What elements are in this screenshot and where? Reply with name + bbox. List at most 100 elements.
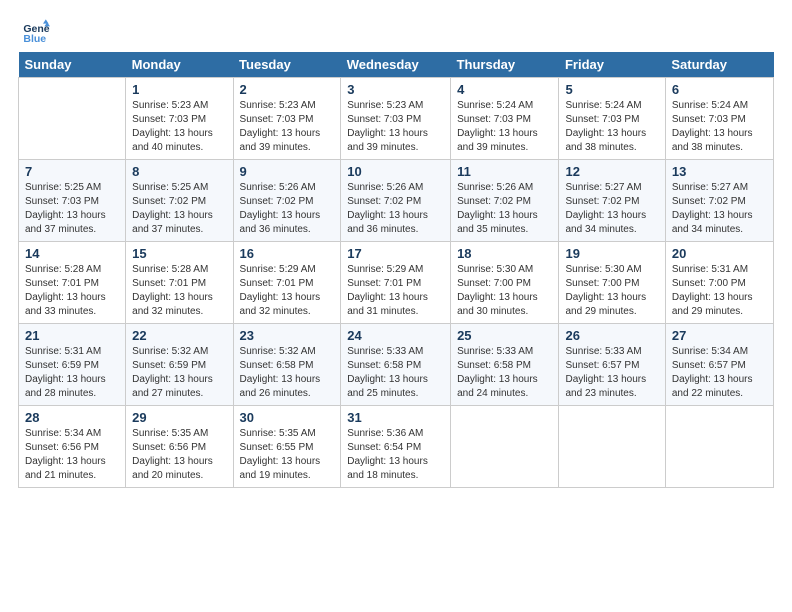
day-number: 31 [347,410,444,425]
logo: General Blue [18,18,50,46]
day-number: 7 [25,164,119,179]
calendar-cell: 19Sunrise: 5:30 AMSunset: 7:00 PMDayligh… [559,242,665,324]
day-number: 14 [25,246,119,261]
header: General Blue [18,18,774,46]
day-info: Sunrise: 5:30 AMSunset: 7:00 PMDaylight:… [457,263,552,319]
day-number: 16 [240,246,335,261]
day-info: Sunrise: 5:29 AMSunset: 7:01 PMDaylight:… [240,263,335,319]
calendar-cell: 18 Sunrise: 5:30 AMSunset: 7:00 PMDayligh… [451,242,559,324]
header-friday: Friday [559,52,665,78]
day-number: 10 [347,164,444,179]
calendar-cell: 8 Sunrise: 5:25 AMSunset: 7:02 PMDaylight… [126,160,233,242]
day-info: Sunrise: 5:31 AMSunset: 6:59 PMDaylight:… [25,345,119,401]
day-number: 20 [672,246,767,261]
calendar-cell [19,78,126,160]
calendar-cell: 20 Sunrise: 5:31 AMSunset: 7:00 PMDayligh… [665,242,773,324]
day-number: 18 [457,246,552,261]
day-info: Sunrise: 5:32 AMSunset: 6:58 PMDaylight:… [240,345,335,401]
day-number: 5 [565,82,658,97]
calendar-week-3: 21 Sunrise: 5:31 AMSunset: 6:59 PMDayligh… [19,324,774,406]
day-info: Sunrise: 5:26 AMSunset: 7:02 PMDaylight:… [457,181,552,237]
calendar-cell: 21 Sunrise: 5:31 AMSunset: 6:59 PMDayligh… [19,324,126,406]
day-info: Sunrise: 5:25 AMSunset: 7:03 PMDaylight:… [25,181,119,237]
calendar-cell: 28Sunrise: 5:34 AMSunset: 6:56 PMDayligh… [19,406,126,488]
calendar-cell: 6 Sunrise: 5:24 AMSunset: 7:03 PMDaylight… [665,78,773,160]
calendar-week-4: 28Sunrise: 5:34 AMSunset: 6:56 PMDayligh… [19,406,774,488]
day-number: 8 [132,164,226,179]
page: General Blue SundayMondayTuesdayWednesda… [0,0,792,498]
day-number: 27 [672,328,767,343]
calendar-cell: 13 Sunrise: 5:27 AMSunset: 7:02 PMDayligh… [665,160,773,242]
day-info: Sunrise: 5:30 AMSunset: 7:00 PMDaylight:… [565,263,658,319]
day-info: Sunrise: 5:35 AMSunset: 6:55 PMDaylight:… [240,427,335,483]
day-info: Sunrise: 5:34 AMSunset: 6:56 PMDaylight:… [25,427,119,483]
day-info: Sunrise: 5:35 AMSunset: 6:56 PMDaylight:… [132,427,226,483]
calendar-cell: 3 Sunrise: 5:23 AMSunset: 7:03 PMDaylight… [341,78,451,160]
day-info: Sunrise: 5:33 AMSunset: 6:58 PMDaylight:… [347,345,444,401]
day-info: Sunrise: 5:34 AMSunset: 6:57 PMDaylight:… [672,345,767,401]
day-number: 9 [240,164,335,179]
calendar-cell: 30 Sunrise: 5:35 AMSunset: 6:55 PMDayligh… [233,406,341,488]
calendar-cell: 15Sunrise: 5:28 AMSunset: 7:01 PMDayligh… [126,242,233,324]
calendar-cell: 4Sunrise: 5:24 AMSunset: 7:03 PMDaylight… [451,78,559,160]
calendar-cell: 16 Sunrise: 5:29 AMSunset: 7:01 PMDayligh… [233,242,341,324]
day-info: Sunrise: 5:23 AMSunset: 7:03 PMDaylight:… [347,99,444,155]
calendar-cell: 9Sunrise: 5:26 AMSunset: 7:02 PMDaylight… [233,160,341,242]
day-number: 29 [132,410,226,425]
calendar-cell: 25 Sunrise: 5:33 AMSunset: 6:58 PMDayligh… [451,324,559,406]
day-number: 12 [565,164,658,179]
day-info: Sunrise: 5:33 AMSunset: 6:57 PMDaylight:… [565,345,658,401]
day-info: Sunrise: 5:27 AMSunset: 7:02 PMDaylight:… [672,181,767,237]
calendar-header-row: SundayMondayTuesdayWednesdayThursdayFrid… [19,52,774,78]
day-number: 21 [25,328,119,343]
day-number: 26 [565,328,658,343]
calendar-cell: 2Sunrise: 5:23 AMSunset: 7:03 PMDaylight… [233,78,341,160]
header-thursday: Thursday [451,52,559,78]
day-number: 25 [457,328,552,343]
day-number: 6 [672,82,767,97]
day-number: 23 [240,328,335,343]
calendar-cell: 24Sunrise: 5:33 AMSunset: 6:58 PMDayligh… [341,324,451,406]
header-wednesday: Wednesday [341,52,451,78]
calendar-cell: 10 Sunrise: 5:26 AMSunset: 7:02 PMDayligh… [341,160,451,242]
day-info: Sunrise: 5:28 AMSunset: 7:01 PMDaylight:… [132,263,226,319]
day-number: 2 [240,82,335,97]
header-monday: Monday [126,52,233,78]
calendar-cell [559,406,665,488]
calendar-cell: 29 Sunrise: 5:35 AMSunset: 6:56 PMDayligh… [126,406,233,488]
logo-icon: General Blue [22,18,50,46]
day-number: 1 [132,82,226,97]
calendar-cell: 5 Sunrise: 5:24 AMSunset: 7:03 PMDaylight… [559,78,665,160]
day-info: Sunrise: 5:31 AMSunset: 7:00 PMDaylight:… [672,263,767,319]
header-saturday: Saturday [665,52,773,78]
day-info: Sunrise: 5:23 AMSunset: 7:03 PMDaylight:… [132,99,226,155]
day-info: Sunrise: 5:25 AMSunset: 7:02 PMDaylight:… [132,181,226,237]
day-info: Sunrise: 5:26 AMSunset: 7:02 PMDaylight:… [347,181,444,237]
calendar-cell: 17Sunrise: 5:29 AMSunset: 7:01 PMDayligh… [341,242,451,324]
day-info: Sunrise: 5:24 AMSunset: 7:03 PMDaylight:… [457,99,552,155]
day-info: Sunrise: 5:33 AMSunset: 6:58 PMDaylight:… [457,345,552,401]
calendar-cell: 31 Sunrise: 5:36 AMSunset: 6:54 PMDayligh… [341,406,451,488]
calendar-cell: 23 Sunrise: 5:32 AMSunset: 6:58 PMDayligh… [233,324,341,406]
header-tuesday: Tuesday [233,52,341,78]
calendar-cell [665,406,773,488]
day-info: Sunrise: 5:27 AMSunset: 7:02 PMDaylight:… [565,181,658,237]
day-info: Sunrise: 5:36 AMSunset: 6:54 PMDaylight:… [347,427,444,483]
day-number: 17 [347,246,444,261]
day-number: 3 [347,82,444,97]
day-number: 22 [132,328,226,343]
calendar-cell [451,406,559,488]
header-sunday: Sunday [19,52,126,78]
calendar-week-1: 7 Sunrise: 5:25 AMSunset: 7:03 PMDaylight… [19,160,774,242]
calendar-table: SundayMondayTuesdayWednesdayThursdayFrid… [18,52,774,488]
day-number: 30 [240,410,335,425]
day-number: 13 [672,164,767,179]
calendar-week-2: 14 Sunrise: 5:28 AMSunset: 7:01 PMDayligh… [19,242,774,324]
calendar-week-0: 1 Sunrise: 5:23 AMSunset: 7:03 PMDaylight… [19,78,774,160]
calendar-cell: 1 Sunrise: 5:23 AMSunset: 7:03 PMDaylight… [126,78,233,160]
day-info: Sunrise: 5:24 AMSunset: 7:03 PMDaylight:… [672,99,767,155]
calendar-cell: 7 Sunrise: 5:25 AMSunset: 7:03 PMDaylight… [19,160,126,242]
calendar-cell: 14Sunrise: 5:28 AMSunset: 7:01 PMDayligh… [19,242,126,324]
day-info: Sunrise: 5:24 AMSunset: 7:03 PMDaylight:… [565,99,658,155]
calendar-cell: 27 Sunrise: 5:34 AMSunset: 6:57 PMDayligh… [665,324,773,406]
